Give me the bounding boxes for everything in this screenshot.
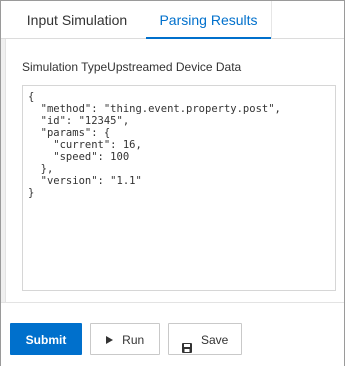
play-icon (105, 335, 113, 344)
code-line: "version": "1.1" (28, 175, 142, 187)
submit-button-label: Submit (25, 332, 67, 347)
action-footer: Submit Run Save (1, 302, 344, 366)
code-editor[interactable]: { "method": "thing.event.property.post",… (22, 85, 336, 291)
run-button-label: Run (122, 332, 145, 347)
parsing-panel: Input Simulation Parsing Results Simulat… (0, 0, 345, 366)
code-line: "speed": 100 (28, 151, 130, 163)
save-button[interactable]: Save (168, 323, 242, 355)
save-button-label: Save (200, 332, 229, 347)
code-line: "current": 16, (28, 139, 142, 151)
code-line: { (28, 91, 35, 103)
code-line: "id": "12345", (28, 115, 130, 127)
code-line: }, (28, 163, 54, 175)
tab-bar: Input Simulation Parsing Results (1, 1, 344, 39)
left-rail (1, 39, 6, 302)
submit-button[interactable]: Submit (10, 323, 82, 355)
code-line: } (28, 187, 35, 199)
tab-parsing-results[interactable]: Parsing Results (146, 1, 271, 39)
code-line: "method": "thing.event.property.post", (28, 103, 281, 115)
section-title: Simulation TypeUpstreamed Device Data (22, 60, 242, 74)
tab-input-simulation[interactable]: Input Simulation (9, 1, 145, 39)
code-line: "params": { (28, 127, 111, 139)
run-button[interactable]: Run (90, 323, 160, 355)
tab-bar-spacer (271, 1, 344, 39)
save-icon (181, 334, 192, 354)
